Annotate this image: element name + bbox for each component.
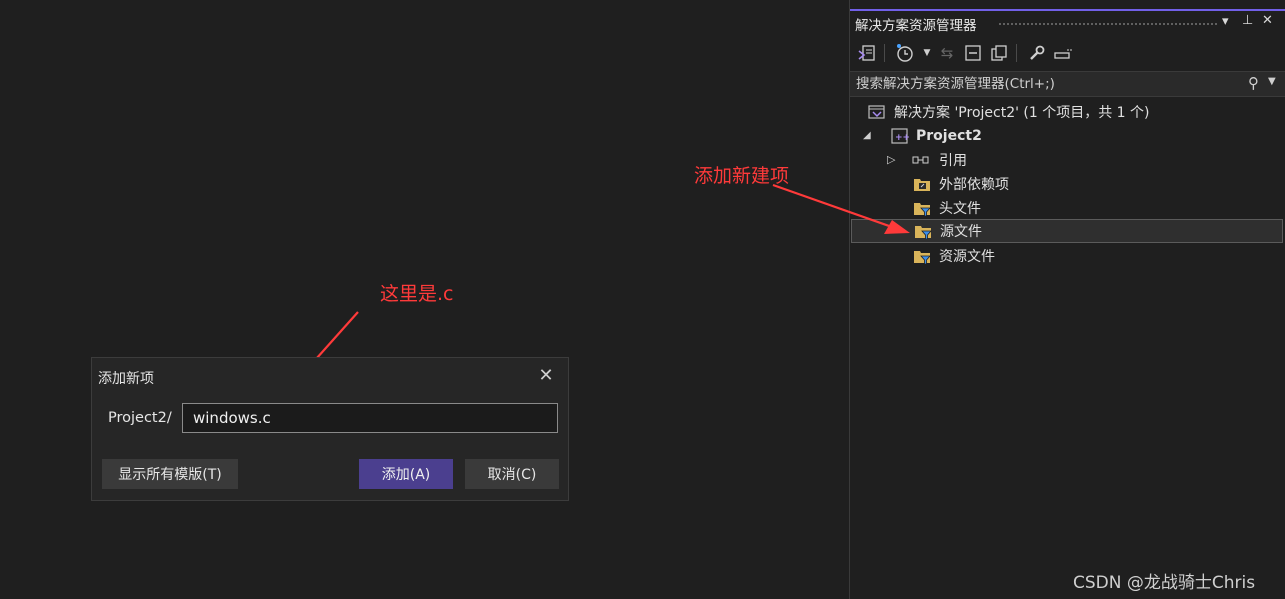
add-button[interactable]: 添加(A) — [359, 459, 453, 489]
cancel-button[interactable]: 取消(C) — [465, 459, 559, 489]
close-icon[interactable]: ✕ — [536, 366, 556, 386]
filename-input[interactable] — [182, 403, 558, 433]
show-all-templates-button[interactable]: 显示所有模版(T) — [102, 459, 238, 489]
arrow-to-source-files — [772, 183, 910, 234]
dialog-title: 添加新项 — [98, 371, 154, 387]
annotation-arrows — [270, 183, 910, 410]
watermark: CSDN @龙战骑士Chris — [1073, 573, 1256, 593]
add-new-item-dialog: 添加新项 ✕ Project2/ 显示所有模版(T) 添加(A) 取消(C) — [91, 357, 569, 501]
path-prefix-label: Project2/ — [108, 410, 172, 426]
